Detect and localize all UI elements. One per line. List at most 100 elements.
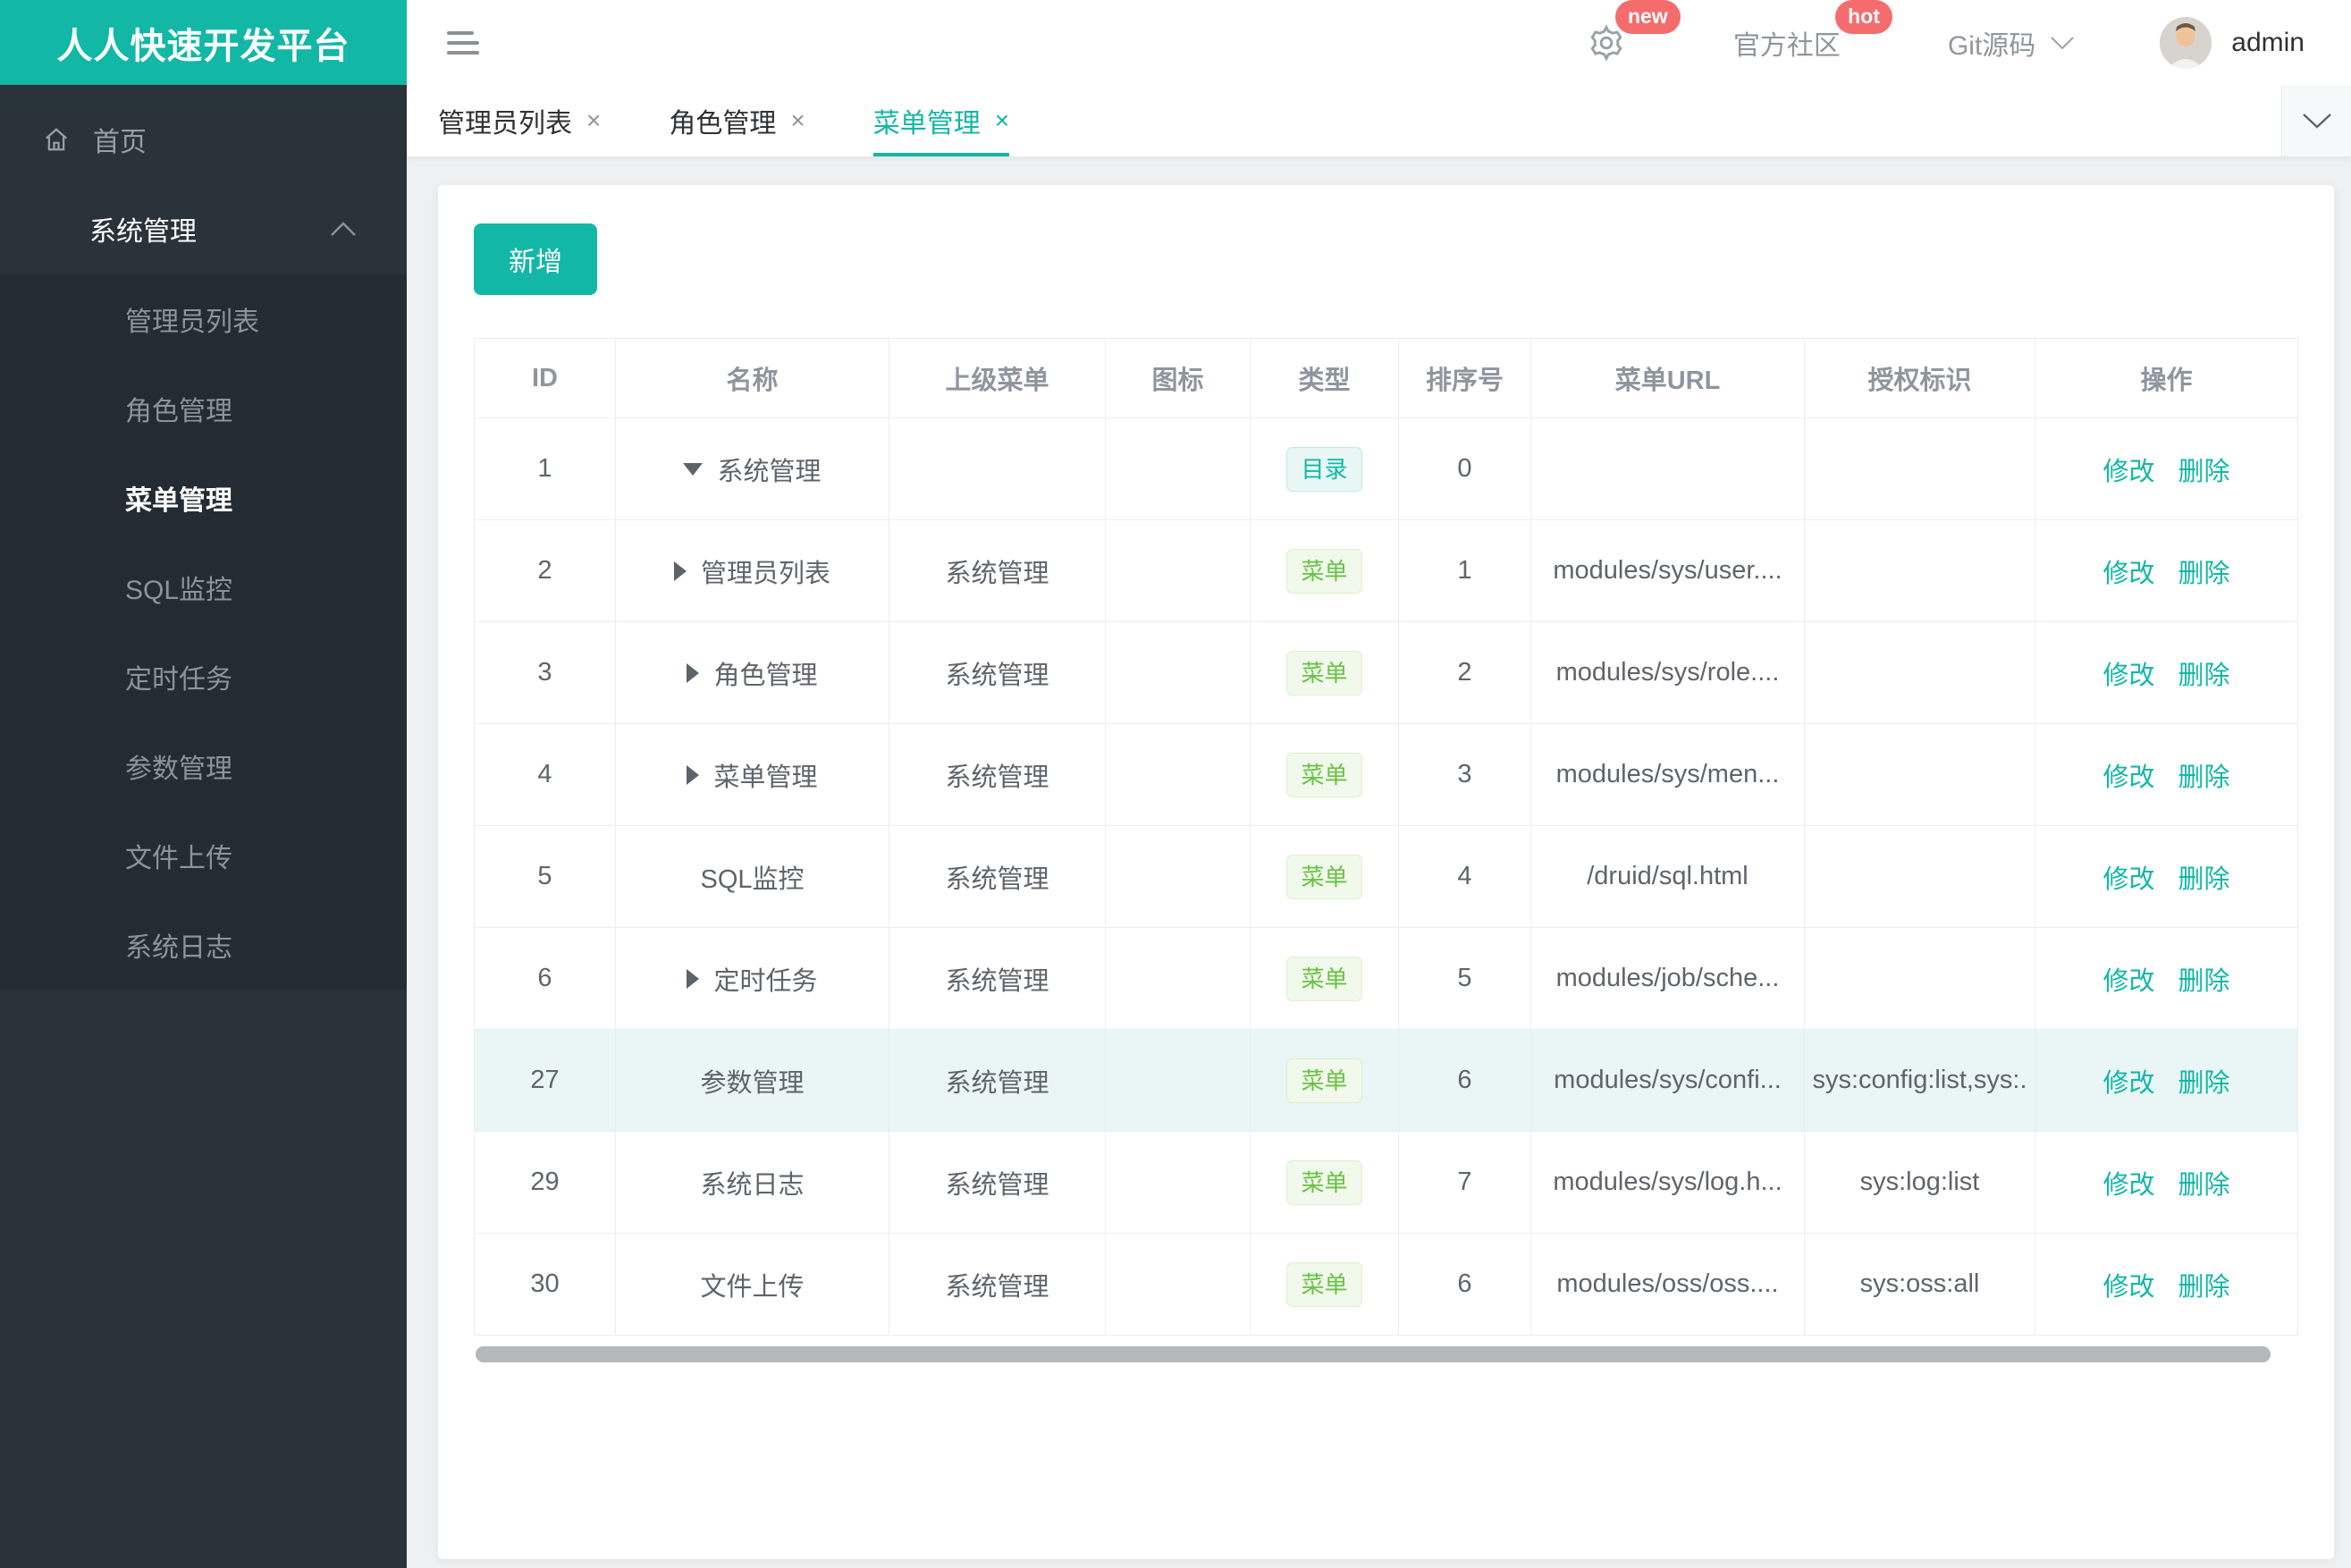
col-header-icon: 图标: [1105, 338, 1251, 418]
cell-icon: [1105, 1233, 1251, 1336]
cell-type: 菜单: [1250, 621, 1399, 724]
edit-link[interactable]: 修改: [2102, 662, 2154, 690]
cell-order: 6: [1398, 1029, 1531, 1132]
community-link[interactable]: 官方社区 hot: [1733, 0, 1892, 63]
home-icon: [46, 128, 67, 151]
menu-name: 系统日志: [700, 1170, 805, 1200]
settings-button[interactable]: new: [1587, 0, 1681, 63]
sidebar-submenu: 管理员列表 角色管理 菜单管理 SQL监控 定时任务 参数管理 文件上传 系统日…: [0, 274, 407, 990]
cell-perm: [1804, 825, 2035, 928]
cell-actions: 修改 删除: [2035, 825, 2298, 928]
col-header-perm: 授权标识: [1804, 338, 2035, 418]
delete-link[interactable]: 删除: [2178, 662, 2230, 690]
menu-name: SQL监控: [700, 864, 805, 894]
delete-link[interactable]: 删除: [2178, 1273, 2230, 1302]
edit-link[interactable]: 修改: [2102, 967, 2154, 996]
sidebar-item-scheduled-tasks[interactable]: 定时任务: [0, 632, 407, 721]
expand-arrow-icon[interactable]: [687, 968, 700, 989]
menu-name: 定时任务: [713, 966, 818, 996]
edit-link[interactable]: 修改: [2102, 1273, 2154, 1302]
tab-overflow-button[interactable]: [2281, 85, 2351, 156]
cell-name: 系统日志: [615, 1131, 889, 1234]
username-menu[interactable]: admin: [2231, 28, 2305, 58]
expand-arrow-icon[interactable]: [687, 662, 700, 683]
sidebar-group-system[interactable]: 系统管理: [0, 183, 407, 274]
table-row: 1 系统管理 目录 0 修改 删除: [474, 417, 2298, 520]
cell-actions: 修改 删除: [2035, 1029, 2298, 1132]
cell-parent: 系统管理: [889, 1233, 1106, 1336]
avatar[interactable]: [2160, 16, 2212, 69]
scrollbar-thumb[interactable]: [476, 1346, 2271, 1362]
expand-arrow-icon[interactable]: [687, 764, 700, 785]
hot-badge: hot: [1835, 0, 1892, 34]
tab-close-icon[interactable]: ×: [586, 108, 601, 133]
chevron-down-icon: [2302, 114, 2331, 129]
tab-close-icon[interactable]: ×: [995, 108, 1009, 133]
cell-parent: 系统管理: [889, 1131, 1106, 1234]
tab-menu-mgmt[interactable]: 菜单管理 ×: [872, 85, 1010, 156]
delete-link[interactable]: 删除: [2178, 865, 2230, 894]
table-row: 3 角色管理 系统管理 菜单 2 modules/sys/role.... 修改…: [474, 621, 2298, 724]
content: 新增 ID 名称 上级菜单 图标 类型 排序号 菜单URL 授权标识 操作 1 …: [407, 156, 2351, 1568]
sidebar-item-role-mgmt[interactable]: 角色管理: [0, 364, 407, 453]
cell-actions: 修改 删除: [2035, 1233, 2298, 1336]
menu-name: 管理员列表: [700, 559, 830, 588]
table-row: 6 定时任务 系统管理 菜单 5 modules/job/sche... 修改删…: [474, 927, 2298, 1030]
edit-link[interactable]: 修改: [2102, 865, 2154, 894]
menu-name: 参数管理: [700, 1068, 805, 1098]
cell-name: 菜单管理: [615, 723, 889, 826]
cell-icon: [1105, 927, 1251, 1030]
sidebar-item-file-upload[interactable]: 文件上传: [0, 811, 407, 900]
add-button[interactable]: 新增: [474, 223, 597, 295]
sidebar-item-home[interactable]: 首页: [0, 96, 407, 183]
sidebar-item-system-log[interactable]: 系统日志: [0, 900, 407, 990]
git-source-label: Git源码: [1947, 30, 2036, 61]
cell-url: modules/sys/user....: [1530, 519, 1805, 622]
edit-link[interactable]: 修改: [2102, 560, 2154, 588]
cell-url: modules/sys/role....: [1530, 621, 1805, 724]
cell-icon: [1105, 417, 1251, 520]
cell-order: 7: [1398, 1131, 1531, 1234]
sidebar-item-param-mgmt[interactable]: 参数管理: [0, 721, 407, 811]
cell-id: 27: [474, 1029, 616, 1132]
delete-link[interactable]: 删除: [2178, 560, 2230, 588]
sidebar-item-sql-monitor[interactable]: SQL监控: [0, 543, 407, 632]
cell-type: 菜单: [1250, 825, 1399, 928]
cell-parent: 系统管理: [889, 519, 1106, 622]
cell-id: 4: [474, 723, 616, 826]
git-source-menu[interactable]: Git源码: [1948, 23, 2075, 63]
cell-parent: 系统管理: [889, 1029, 1106, 1132]
type-tag: 菜单: [1286, 548, 1362, 594]
delete-link[interactable]: 删除: [2178, 1069, 2230, 1098]
cell-parent: 系统管理: [889, 825, 1106, 928]
edit-link[interactable]: 修改: [2102, 1171, 2154, 1200]
expand-arrow-icon[interactable]: [673, 561, 687, 581]
edit-link[interactable]: 修改: [2102, 763, 2154, 792]
cell-perm: sys:log:list: [1804, 1131, 2035, 1234]
cell-actions: 修改 删除: [2035, 519, 2298, 622]
delete-link[interactable]: 删除: [2178, 763, 2230, 792]
delete-link[interactable]: 删除: [2178, 1171, 2230, 1200]
type-tag: 目录: [1286, 446, 1362, 492]
tab-role-mgmt[interactable]: 角色管理 ×: [669, 85, 805, 156]
col-header-type: 类型: [1250, 338, 1399, 418]
expand-arrow-icon[interactable]: [683, 462, 704, 476]
sidebar-nav: 首页 系统管理 管理员列表 角色管理 菜单管理 SQL监控 定时任务 参数管理 …: [0, 85, 407, 1568]
type-tag: 菜单: [1286, 956, 1362, 1001]
cell-url: /druid/sql.html: [1530, 825, 1805, 928]
delete-link[interactable]: 删除: [2178, 967, 2230, 996]
cell-type: 菜单: [1250, 927, 1399, 1030]
delete-link[interactable]: 删除: [2178, 458, 2230, 486]
tab-close-icon[interactable]: ×: [790, 108, 805, 133]
sidebar-item-admin-list[interactable]: 管理员列表: [0, 274, 407, 364]
cell-id: 2: [474, 519, 616, 622]
col-header-order: 排序号: [1398, 338, 1531, 418]
edit-link[interactable]: 修改: [2102, 1069, 2154, 1098]
sidebar-item-menu-mgmt[interactable]: 菜单管理: [0, 453, 407, 543]
chevron-up-icon: [331, 222, 356, 236]
cell-perm: sys:oss:all: [1804, 1233, 2035, 1336]
cell-perm: [1804, 723, 2035, 826]
hamburger-menu-icon[interactable]: [447, 30, 483, 55]
edit-link[interactable]: 修改: [2102, 458, 2154, 486]
tab-admin-list[interactable]: 管理员列表 ×: [438, 85, 601, 156]
